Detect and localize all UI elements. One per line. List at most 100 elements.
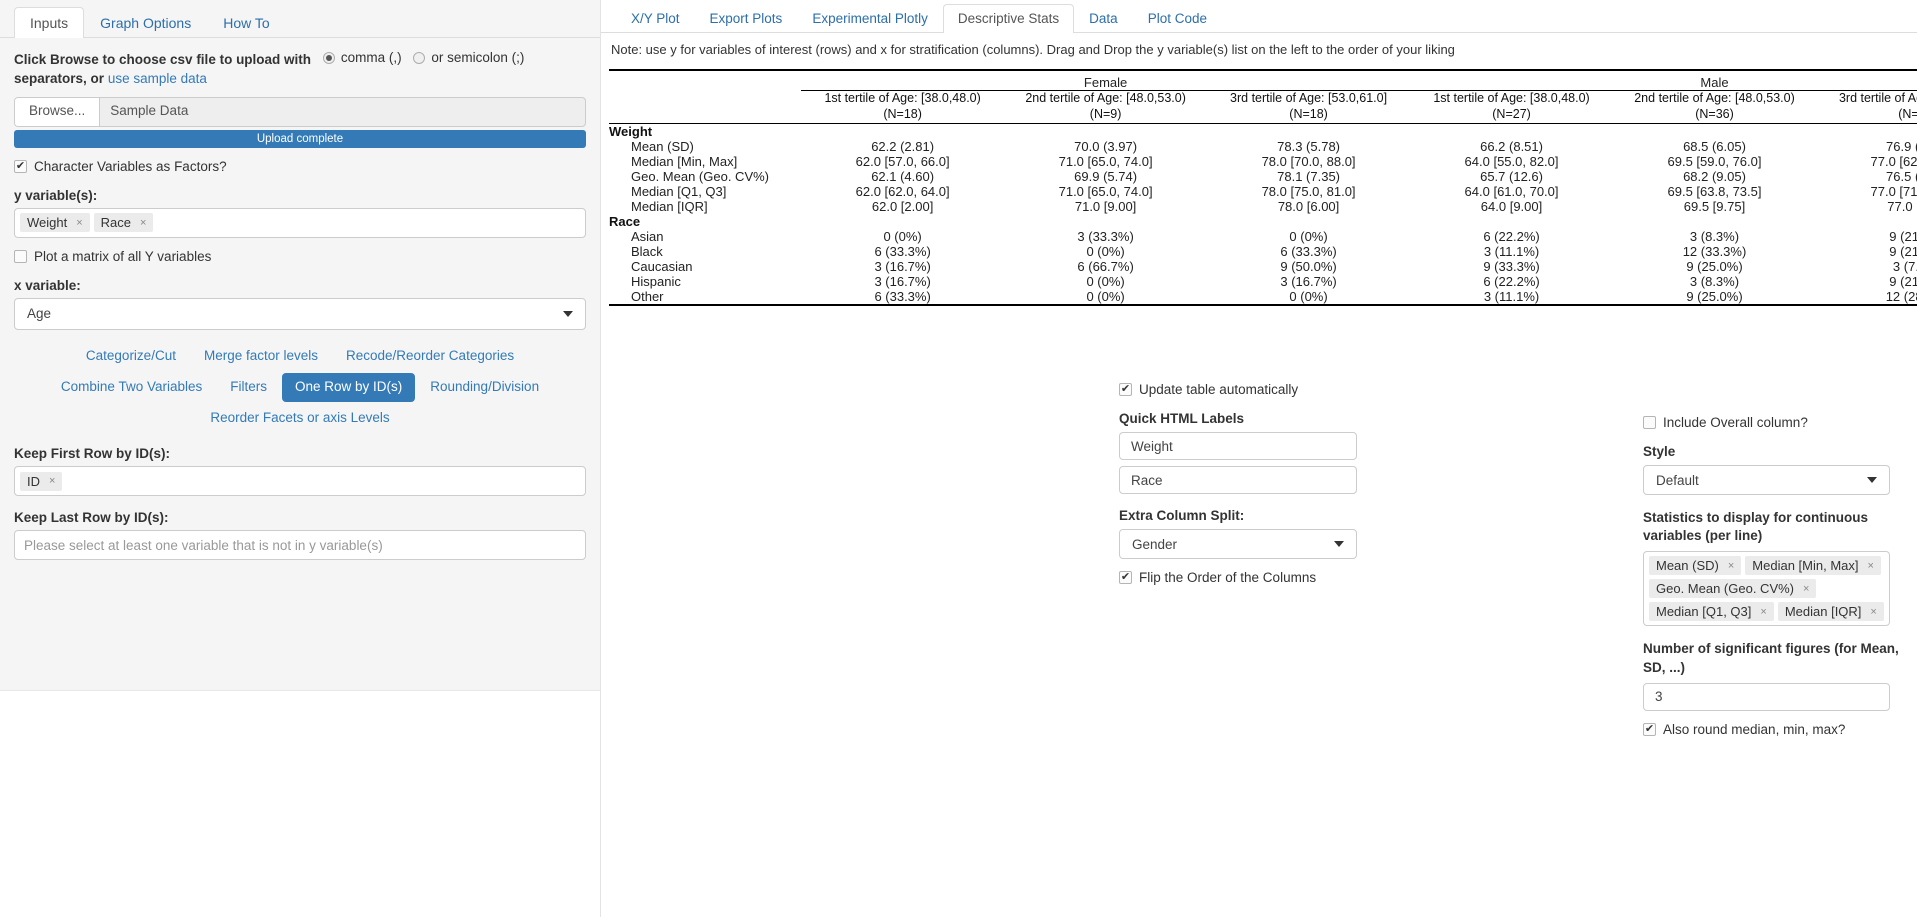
tab-data[interactable]: Data [1074, 4, 1133, 33]
browse-button[interactable]: Browse... [15, 97, 101, 126]
close-icon[interactable]: × [140, 217, 146, 229]
chevron-down-icon[interactable] [1867, 477, 1877, 483]
chevron-down-icon[interactable] [1334, 541, 1344, 547]
x-variable-select[interactable]: Age [14, 297, 586, 330]
token-item[interactable]: Median [Q1, Q3] × [1649, 602, 1774, 622]
separator-comma-radio[interactable]: comma (,) [322, 48, 402, 68]
tab-graph-options[interactable]: Graph Options [84, 7, 207, 38]
close-icon[interactable]: × [1728, 560, 1734, 572]
table-cell: 3 (8.3%) [1689, 228, 1740, 244]
keep-first-row-input[interactable]: ID × [14, 466, 586, 497]
pill-recode-reorder-categories[interactable]: Recode/Reorder Categories [333, 342, 527, 371]
tab-how-to[interactable]: How To [207, 7, 285, 38]
pill-reorder-facets-or-axis-levels[interactable]: Reorder Facets or axis Levels [197, 404, 402, 433]
radio-dot-comma[interactable] [322, 51, 335, 64]
tab-x-y-plot[interactable]: X/Y Plot [616, 4, 695, 33]
quick-html-labels-title: Quick HTML Labels [1119, 411, 1245, 426]
extra-column-split-title: Extra Column Split: [1119, 508, 1245, 523]
token-item[interactable]: ID × [20, 471, 63, 491]
close-icon[interactable]: × [1803, 583, 1809, 595]
descriptive-stats-table-wrapper: Female Male 1st tertile of Age: [38.0,48.0… [601, 57, 1917, 307]
close-icon[interactable]: × [1870, 606, 1876, 618]
stats-to-display-title: Statistics to display for continuous var… [1643, 510, 1869, 544]
table-column-header: 1st tertile of Age: [38.0,48.0) (N=27) [1410, 91, 1613, 123]
table-row-label: Caucasian [631, 258, 693, 274]
left-panel-body: Click Browse to choose csv file to uploa… [0, 38, 600, 575]
table-cell: 64.0 [61.0, 70.0] [1464, 183, 1559, 199]
close-icon[interactable]: × [76, 217, 82, 229]
token-item[interactable]: Weight × [20, 213, 90, 233]
pill-one-row-by-id-s[interactable]: One Row by ID(s) [281, 372, 416, 402]
extra-column-split-select[interactable]: Gender [1119, 529, 1357, 559]
table-cell: 6 (33.3%) [874, 243, 931, 259]
quick-html-label-input[interactable]: Weight [1119, 432, 1357, 460]
char-vars-as-factors-checkbox[interactable] [14, 159, 27, 173]
update-table-row[interactable]: Update table automatically [1119, 382, 1599, 397]
tab-plot-code[interactable]: Plot Code [1133, 4, 1222, 33]
token-item[interactable]: Geo. Mean (Geo. CV%) × [1649, 579, 1817, 599]
table-column-header: 2nd tertile of Age: [48.0,53.0) (N=9) [1004, 91, 1207, 123]
flip-order-label: Flip the Order of the Columns [1139, 570, 1317, 585]
table-row-label: Mean (SD) [631, 138, 694, 154]
tab-export-plots[interactable]: Export Plots [695, 4, 798, 33]
pill-categorize-cut[interactable]: Categorize/Cut [73, 342, 189, 371]
token-item[interactable]: Median [IQR] × [1777, 602, 1884, 622]
table-cell: 62.1 (4.60) [871, 168, 935, 184]
table-cell: 70.0 (3.97) [1074, 138, 1138, 154]
pill-rounding-division[interactable]: Rounding/Division [417, 373, 552, 402]
usage-note: Note: use y for variables of interest (r… [611, 42, 1455, 57]
upload-instructions-text: Click Browse to choose csv file to uploa… [14, 51, 312, 67]
flip-order-checkbox[interactable] [1119, 571, 1132, 584]
tab-descriptive-stats[interactable]: Descriptive Stats [942, 3, 1075, 33]
table-row: Other 6 (33.3%) 0 (0%) 0 (0%) 3 (11.1%) 9 (25… [609, 289, 1917, 305]
table-cell: 0 (0%) [1086, 273, 1125, 289]
separator-semicolon-radio[interactable]: or semicolon (;) [413, 48, 524, 68]
token-item[interactable]: Mean (SD) × [1649, 556, 1742, 576]
token-item[interactable]: Race × [93, 213, 154, 233]
chevron-down-icon[interactable] [563, 310, 573, 317]
pill-combine-two-variables[interactable]: Combine Two Variables [48, 373, 215, 402]
table-cell [1613, 214, 1816, 229]
table-cell [801, 214, 1004, 229]
quick-html-label-input[interactable]: Race [1119, 466, 1357, 494]
flip-order-row[interactable]: Flip the Order of the Columns [1119, 570, 1599, 585]
table-cell: 78.3 (5.78) [1277, 138, 1340, 154]
style-value: Default [1656, 472, 1699, 488]
table-cell: 0 (0%) [1086, 288, 1125, 304]
tab-inputs[interactable]: Inputs [14, 6, 85, 38]
table-cell: 77.0 [11.0] [1887, 198, 1917, 214]
table-cell: 66.2 (8.51) [1480, 138, 1543, 154]
close-icon[interactable]: × [49, 475, 55, 487]
table-cell: 69.5 [63.8, 73.5] [1667, 183, 1762, 199]
radio-dot-semicolon[interactable] [413, 51, 426, 64]
table-cell: 3 (16.7%) [874, 258, 931, 274]
table-cell: 6 (22.2%) [1483, 228, 1540, 244]
table-bottom-rule [609, 303, 1917, 307]
token-item[interactable]: Median [Min, Max] × [1745, 556, 1881, 576]
descriptive-stats-table: Female Male 1st tertile of Age: [38.0,48.0… [609, 69, 1917, 307]
stats-to-display-input[interactable]: Mean (SD) × Median [Min, Max] × Geo. Mean (G… [1643, 551, 1890, 627]
sigfig-input[interactable]: 3 [1643, 682, 1890, 711]
table-corner-cell [609, 75, 801, 91]
tab-experimental-plotly[interactable]: Experimental Plotly [797, 4, 943, 33]
table-cell: 69.5 [59.0, 76.0] [1667, 153, 1762, 169]
style-select[interactable]: Default [1643, 465, 1890, 495]
pill-merge-factor-levels[interactable]: Merge factor levels [191, 342, 331, 371]
pill-filters[interactable]: Filters [217, 373, 280, 402]
round-median-checkbox[interactable] [1643, 722, 1656, 736]
keep-last-row-input[interactable]: Please select at least one variable that… [14, 530, 586, 561]
table-cell: 64.0 [55.0, 82.0] [1464, 153, 1559, 169]
close-icon[interactable]: × [1760, 606, 1766, 618]
include-overall-checkbox[interactable] [1643, 416, 1656, 429]
plot-matrix-row[interactable]: Plot a matrix of all Y variables [14, 249, 586, 264]
close-icon[interactable]: × [1868, 560, 1874, 572]
update-table-checkbox[interactable] [1119, 383, 1132, 396]
round-median-row[interactable]: Also round median, min, max? [1643, 722, 1917, 737]
plot-matrix-checkbox[interactable] [14, 249, 27, 263]
file-upload-group[interactable]: Browse... Sample Data [14, 96, 586, 127]
y-variables-input[interactable]: Weight × Race × [14, 207, 586, 238]
table-row: Median [Min, Max] 62.0 [57.0, 66.0] 71.0 [… [609, 154, 1917, 169]
include-overall-row[interactable]: Include Overall column? [1643, 415, 1917, 430]
use-sample-data-link[interactable]: use sample data [108, 71, 207, 86]
char-vars-as-factors-row[interactable]: Character Variables as Factors? [14, 159, 586, 174]
